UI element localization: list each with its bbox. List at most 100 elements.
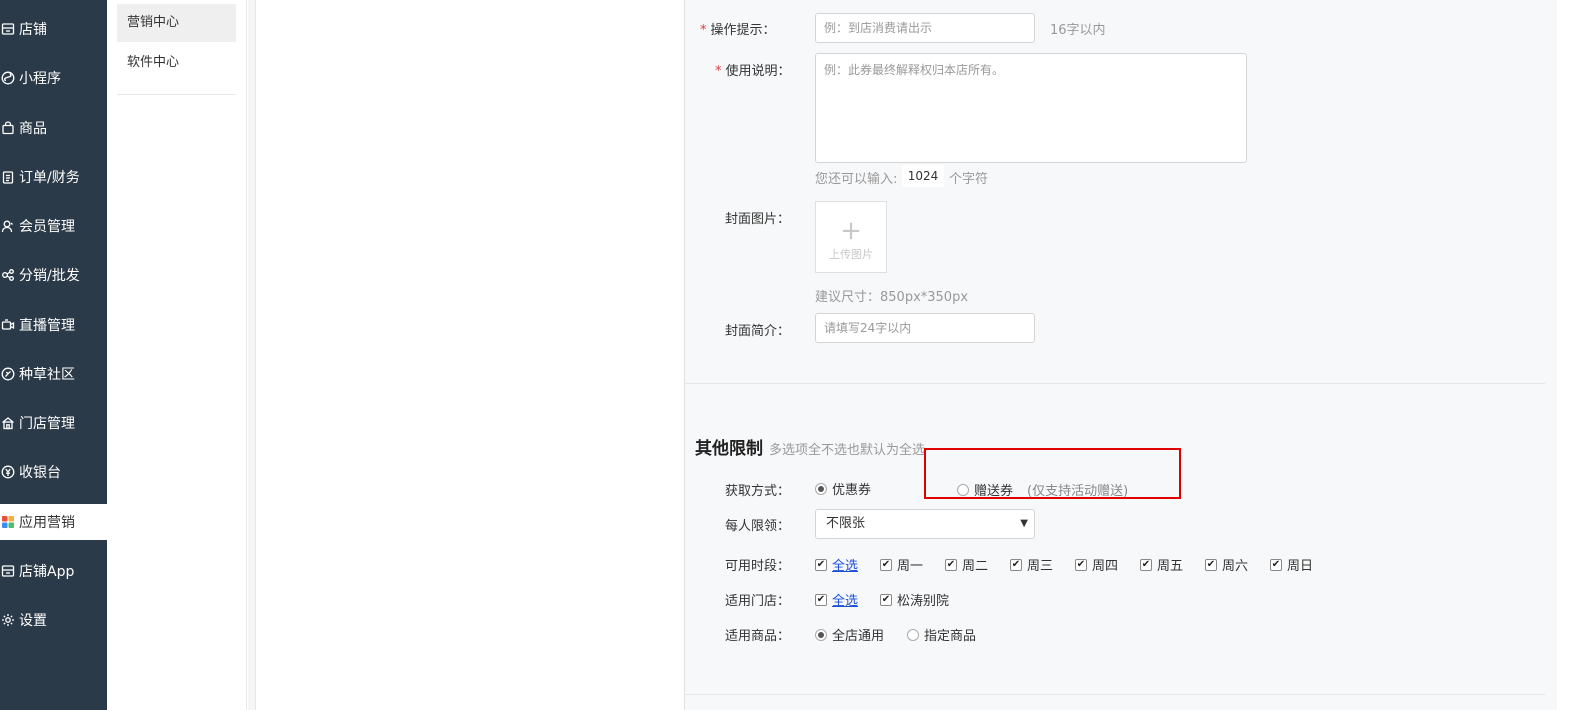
sidebar-item-distribution[interactable]: 分销/批发 xyxy=(0,257,107,293)
checkbox-checked[interactable]: ✔ xyxy=(880,593,892,606)
cover-image-label: 封面图片： xyxy=(725,212,791,227)
day-label: 周五 xyxy=(1157,559,1184,574)
usage-remaining-prefix: 您还可以输入: xyxy=(815,172,898,187)
day-label: 周二 xyxy=(962,559,989,574)
day-checkbox-sun[interactable]: ✔ 周日 xyxy=(1270,555,1313,574)
acquire-label: 获取方式： xyxy=(725,484,791,499)
other-limits-title: 其他限制 多选项全不选也默认为全选 xyxy=(695,434,925,459)
required-mark: * xyxy=(715,64,722,79)
other-limits-subtitle: 多选项全不选也默认为全选 xyxy=(769,443,926,458)
select-all-link[interactable]: 全选 xyxy=(832,590,858,609)
apps-grid-icon xyxy=(1,515,15,529)
goods-option-all-store[interactable]: 全店通用 xyxy=(815,625,884,644)
day-checkbox-sat[interactable]: ✔ 周六 xyxy=(1205,555,1248,574)
day-checkbox-mon[interactable]: ✔ 周一 xyxy=(880,555,923,574)
sidebar-item-label: 小程序 xyxy=(19,71,61,87)
sidebar-item-cashier[interactable]: 收银台 xyxy=(0,454,107,490)
usage-remaining-count: 1024 xyxy=(902,165,944,187)
checkbox-checked[interactable]: ✔ xyxy=(1140,558,1152,571)
goods-option-specified-label: 指定商品 xyxy=(924,629,977,644)
cover-intro-input[interactable] xyxy=(815,313,1035,343)
sidebar-item-community[interactable]: 种草社区 xyxy=(0,356,107,392)
sidebar-item-live[interactable]: 直播管理 xyxy=(0,307,107,343)
subnav-item-marketing-center[interactable]: 营销中心 xyxy=(117,4,236,42)
cover-image-upload[interactable]: + 上传图片 xyxy=(815,201,887,273)
checkbox-checked[interactable]: ✔ xyxy=(880,558,892,571)
time-slots-label: 可用时段： xyxy=(725,559,791,574)
sidebar-item-label: 收银台 xyxy=(19,465,61,481)
checkbox-checked[interactable]: ✔ xyxy=(815,593,827,606)
operation-tip-input[interactable] xyxy=(815,13,1035,43)
usage-textarea[interactable] xyxy=(815,53,1247,163)
cashier-yen-icon xyxy=(1,465,15,479)
sidebar-item-settings[interactable]: 设置 xyxy=(0,602,107,638)
coupon-form-panel: *操作提示： 16字以内 *使用说明： 您还可以输入: 1024 个字符 封面图… xyxy=(684,0,1557,710)
checkbox-checked[interactable]: ✔ xyxy=(1270,558,1282,571)
day-label: 周六 xyxy=(1222,559,1249,574)
sidebar-item-store[interactable]: 店铺 xyxy=(0,11,107,47)
app-root: 店铺 小程序 商品 订单/财务 会员管理 分销/批发 直播管理 种草社区 门店管… xyxy=(0,0,1592,710)
checkbox-checked[interactable]: ✔ xyxy=(1075,558,1087,571)
sidebar-item-label: 种草社区 xyxy=(19,367,75,383)
checkbox-checked[interactable]: ✔ xyxy=(1010,558,1022,571)
radio-selected[interactable] xyxy=(815,628,827,641)
sidebar-item-label: 设置 xyxy=(19,613,47,629)
day-label: 周三 xyxy=(1027,559,1054,574)
store-label: 松涛别院 xyxy=(897,594,950,609)
time-slots-select-all[interactable]: ✔ 全选 xyxy=(815,555,858,574)
store-checkbox[interactable]: ✔ 松涛别院 xyxy=(880,590,949,609)
sidebar-item-label: 商品 xyxy=(19,121,47,137)
operation-tip-hint: 16字以内 xyxy=(1050,23,1106,38)
gear-icon xyxy=(1,613,15,627)
shop-home-icon xyxy=(1,416,15,430)
operation-tip-label-text: 操作提示： xyxy=(710,23,776,38)
day-checkbox-tue[interactable]: ✔ 周二 xyxy=(945,555,988,574)
cover-intro-label: 封面简介： xyxy=(725,324,791,339)
sidebar-item-orders[interactable]: 订单/财务 xyxy=(0,159,107,195)
checkbox-checked[interactable]: ✔ xyxy=(815,558,827,571)
stores-select-all[interactable]: ✔ 全选 xyxy=(815,590,858,609)
per-person-label: 每人限领： xyxy=(725,519,791,534)
sidebar-item-shops[interactable]: 门店管理 xyxy=(0,405,107,441)
select-all-link[interactable]: 全选 xyxy=(832,555,858,574)
miniprogram-icon xyxy=(1,71,15,85)
goods-option-specified[interactable]: 指定商品 xyxy=(907,625,976,644)
sidebar-item-label: 店铺App xyxy=(19,564,75,580)
plus-icon: + xyxy=(840,216,862,246)
section-divider xyxy=(685,383,1545,384)
day-checkbox-wed[interactable]: ✔ 周三 xyxy=(1010,555,1053,574)
content-gutter xyxy=(248,0,256,710)
subnav-item-software-center[interactable]: 软件中心 xyxy=(117,44,236,82)
goods-bag-icon xyxy=(1,121,15,135)
chevron-down-icon: ▼ xyxy=(1020,518,1028,529)
sidebar-item-store-app[interactable]: 店铺App xyxy=(0,553,107,589)
acquire-option-coupon[interactable]: 优惠券 xyxy=(815,479,871,498)
checkbox-checked[interactable]: ✔ xyxy=(1205,558,1217,571)
other-limits-title-text: 其他限制 xyxy=(695,439,763,459)
sidebar-item-app-marketing[interactable]: 应用营销 xyxy=(0,504,107,540)
required-mark: * xyxy=(700,23,707,38)
goods-option-all-store-label: 全店通用 xyxy=(832,629,885,644)
usage-label: * 使用说明： xyxy=(715,60,791,79)
day-checkbox-thu[interactable]: ✔ 周四 xyxy=(1075,555,1118,574)
stores-label: 适用门店： xyxy=(725,594,791,609)
radio-selected[interactable] xyxy=(815,482,827,495)
sidebar-item-label: 会员管理 xyxy=(19,219,75,235)
acquire-option-coupon-label: 优惠券 xyxy=(832,483,872,498)
sidebar-item-label: 门店管理 xyxy=(19,416,75,432)
highlight-box xyxy=(924,448,1181,499)
subnav-divider xyxy=(117,94,236,95)
day-label: 周日 xyxy=(1287,559,1314,574)
community-icon xyxy=(1,367,15,381)
sidebar-item-members[interactable]: 会员管理 xyxy=(0,208,107,244)
radio-unselected[interactable] xyxy=(907,628,919,641)
day-checkbox-fri[interactable]: ✔ 周五 xyxy=(1140,555,1183,574)
per-person-select[interactable]: 不限张 ▼ xyxy=(815,509,1035,539)
operation-tip-label: * 操作提示： xyxy=(700,19,776,38)
checkbox-checked[interactable]: ✔ xyxy=(945,558,957,571)
sidebar-item-label: 分销/批发 xyxy=(19,268,80,284)
sidebar-item-miniprogram[interactable]: 小程序 xyxy=(0,60,107,96)
sidebar-item-goods[interactable]: 商品 xyxy=(0,110,107,146)
goods-label: 适用商品： xyxy=(725,629,791,644)
main-sidebar: 店铺 小程序 商品 订单/财务 会员管理 分销/批发 直播管理 种草社区 门店管… xyxy=(0,0,107,710)
